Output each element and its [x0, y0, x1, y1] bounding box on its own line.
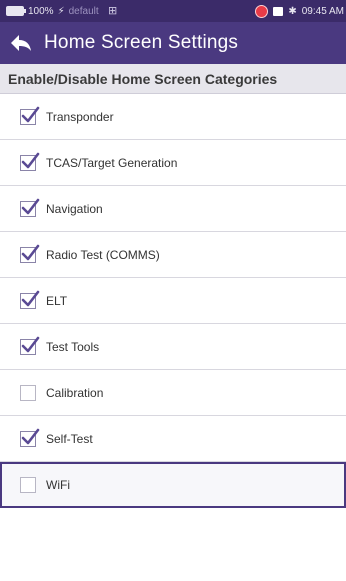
- category-row-transponder[interactable]: Transponder: [0, 94, 346, 140]
- battery-level: 100%: [28, 5, 54, 17]
- page-title: Home Screen Settings: [44, 32, 239, 53]
- checkbox[interactable]: [20, 244, 40, 263]
- bluetooth-icon: ✱: [288, 5, 297, 17]
- category-row-navigation[interactable]: Navigation: [0, 186, 346, 232]
- category-label: Navigation: [46, 201, 103, 216]
- checkmark-icon: [21, 152, 40, 168]
- category-list: Transponder TCAS/Target Generation Navig…: [0, 94, 346, 508]
- checkbox[interactable]: [20, 428, 40, 447]
- category-label: TCAS/Target Generation: [46, 155, 178, 170]
- status-left: 100% ⚡ default: [0, 6, 99, 17]
- battery-icon: [6, 6, 26, 16]
- location-icon: [255, 4, 269, 18]
- usb-icon: ⊞: [108, 5, 118, 17]
- checkmark-icon: [21, 244, 40, 260]
- checkbox[interactable]: [20, 106, 40, 125]
- section-header: Enable/Disable Home Screen Categories: [0, 64, 346, 94]
- checkbox[interactable]: [20, 477, 36, 493]
- category-row-wifi[interactable]: WiFi: [0, 462, 346, 508]
- checkmark-icon: [21, 336, 40, 352]
- category-label: Test Tools: [46, 339, 100, 354]
- empty-area: [0, 512, 346, 581]
- category-row-calibration[interactable]: Calibration: [0, 370, 346, 416]
- back-button[interactable]: [2, 22, 40, 64]
- charging-icon: ⚡: [57, 5, 65, 17]
- category-label: Self-Test: [46, 431, 93, 446]
- category-row-test-tools[interactable]: Test Tools: [0, 324, 346, 370]
- checkmark-icon: [21, 428, 40, 444]
- category-label: WiFi: [46, 478, 70, 492]
- category-row-elt[interactable]: ELT: [0, 278, 346, 324]
- checkbox[interactable]: [20, 290, 40, 309]
- title-bar: Home Screen Settings: [0, 22, 346, 64]
- back-arrow-icon: [11, 35, 31, 51]
- checkmark-icon: [21, 198, 40, 214]
- checkmark-icon: [21, 290, 40, 306]
- checkbox[interactable]: [20, 198, 40, 217]
- checkbox[interactable]: [20, 384, 36, 401]
- category-label: Transponder: [46, 109, 114, 124]
- checkbox[interactable]: [20, 152, 40, 171]
- category-label: Calibration: [46, 385, 104, 400]
- category-row-self-test[interactable]: Self-Test: [0, 416, 346, 462]
- status-right: ✱ 09:45 AM: [255, 0, 344, 22]
- category-row-tcas[interactable]: TCAS/Target Generation: [0, 140, 346, 186]
- clock: 09:45 AM: [301, 5, 344, 17]
- category-label: Radio Test (COMMS): [46, 247, 160, 262]
- profile-label: default: [68, 5, 99, 17]
- status-bar: 100% ⚡ default ⊞ ✱ 09:45 AM: [0, 0, 346, 22]
- category-label: ELT: [46, 293, 68, 308]
- checkmark-icon: [21, 106, 40, 122]
- screen-icon: [273, 6, 284, 16]
- checkbox[interactable]: [20, 336, 40, 355]
- category-row-radio-test[interactable]: Radio Test (COMMS): [0, 232, 346, 278]
